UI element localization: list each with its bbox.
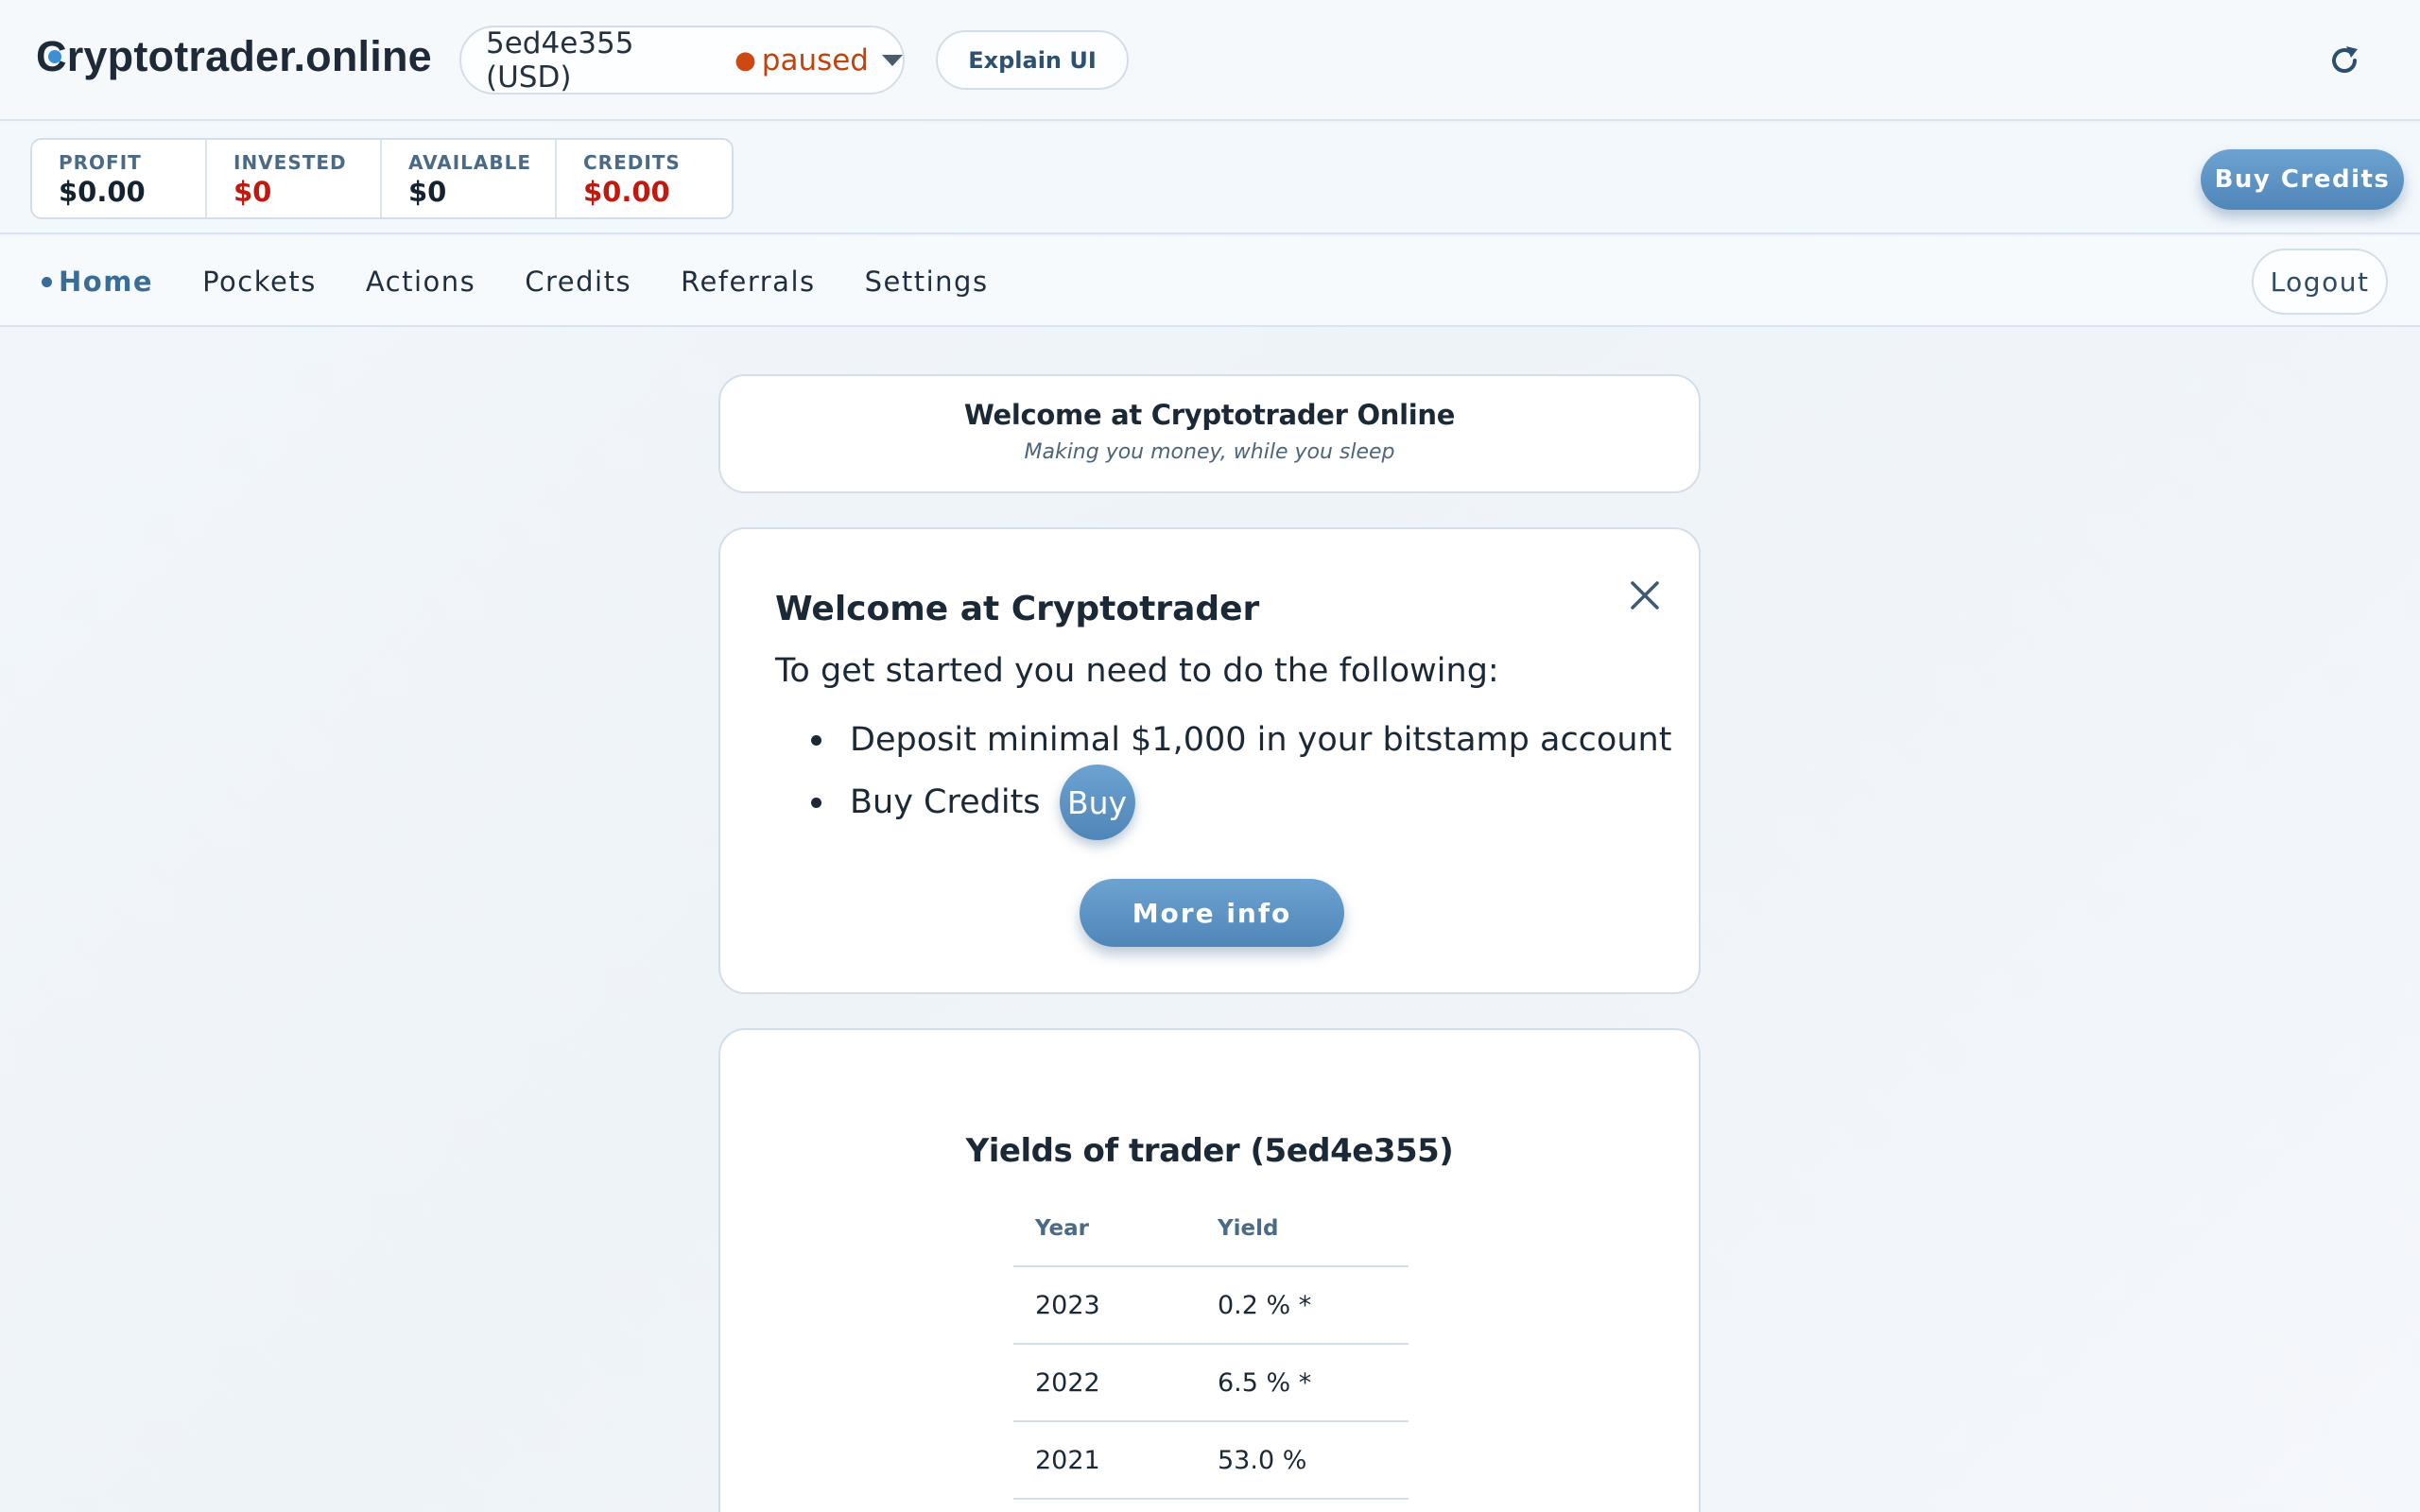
status-dot-icon: ● <box>735 45 756 75</box>
yields-card: Yields of trader (5ed4e355) Year Yield 2… <box>718 1028 1701 1512</box>
refresh-button[interactable] <box>2324 40 2365 81</box>
stat-value: $0 <box>408 176 447 208</box>
main-nav: Home Pockets Actions Credits Referrals Settin… <box>0 236 2420 327</box>
stats-bar: PROFIT $0.00 INVESTED $0 AVAILABLE $0 CREDITS $… <box>0 123 2420 234</box>
table-header-row: Year Yield <box>1013 1191 1409 1267</box>
yield-cell: 0.2 % * <box>1196 1266 1409 1345</box>
bullet-icon <box>811 797 821 808</box>
nav-items: Home Pockets Actions Credits Referrals Settin… <box>42 236 1038 327</box>
nav-item-actions[interactable]: Actions <box>366 266 475 298</box>
top-header: Cryptotrader.online 5ed4e355 (USD) ● pau… <box>0 0 2420 121</box>
nav-item-credits[interactable]: Credits <box>525 266 631 298</box>
stat-label: CREDITS <box>583 151 681 174</box>
yield-cell: 53.0 % <box>1196 1421 1409 1500</box>
close-button[interactable] <box>1624 575 1666 616</box>
stat-available: AVAILABLE $0 <box>382 140 557 217</box>
trader-status: paused <box>761 43 869 77</box>
nav-item-pockets[interactable]: Pockets <box>202 266 317 298</box>
bullet-icon <box>811 734 821 746</box>
stat-credits: CREDITS $0.00 <box>557 140 732 217</box>
table-row: 2021 53.0 % <box>1013 1421 1409 1500</box>
chevron-down-icon <box>882 54 903 66</box>
more-info-button[interactable]: More info <box>1080 879 1344 947</box>
nav-item-referrals[interactable]: Referrals <box>681 266 816 298</box>
logo-rest-text: ryptotrader.online <box>66 32 432 80</box>
explain-ui-button[interactable]: Explain UI <box>936 30 1129 90</box>
table-row: 2023 0.2 % * <box>1013 1266 1409 1345</box>
getting-started-title: Welcome at Cryptotrader <box>775 590 1260 628</box>
refresh-icon <box>2332 46 2358 73</box>
stat-value: $0.00 <box>583 176 670 208</box>
nav-item-home[interactable]: Home <box>42 266 153 298</box>
stat-invested: INVESTED $0 <box>207 140 382 217</box>
buy-button[interactable]: Buy <box>1059 765 1135 840</box>
list-item: Buy Credits Buy <box>811 765 1671 840</box>
app-logo[interactable]: Cryptotrader.online <box>36 32 432 81</box>
logout-button[interactable]: Logout <box>2252 249 2388 315</box>
getting-started-intro: To get started you need to do the follow… <box>775 652 1499 690</box>
account-stats: PROFIT $0.00 INVESTED $0 AVAILABLE $0 CREDITS $… <box>30 138 734 219</box>
stat-label: INVESTED <box>233 151 347 174</box>
close-icon <box>1631 581 1659 610</box>
column-header-yield: Yield <box>1196 1191 1409 1267</box>
buy-credits-button[interactable]: Buy Credits <box>2201 149 2404 210</box>
table-row: 2022 6.5 % * <box>1013 1344 1409 1422</box>
trader-id-label: 5ed4e355 (USD) <box>486 26 634 94</box>
yields-title: Yields of trader (5ed4e355) <box>965 1132 1454 1170</box>
stat-profit: PROFIT $0.00 <box>32 140 207 217</box>
nav-item-label: Referrals <box>681 266 816 298</box>
nav-item-label: Credits <box>525 266 632 298</box>
stat-label: AVAILABLE <box>408 151 532 174</box>
yields-table: Year Yield 2023 0.2 % * 2022 6.5 % * 2021 53.… <box>1013 1191 1409 1500</box>
step-deposit: Deposit minimal $1,000 in your bitstamp … <box>850 721 1672 759</box>
stat-value: $0 <box>233 176 272 208</box>
nav-item-label: Actions <box>365 266 476 298</box>
yield-cell: 6.5 % * <box>1196 1344 1409 1422</box>
welcome-card: Welcome at Cryptotrader Online Making yo… <box>718 374 1701 493</box>
logo-text: Cryptotrader.online <box>36 32 432 80</box>
welcome-title: Welcome at Cryptotrader Online <box>963 399 1456 431</box>
stat-value: $0.00 <box>59 176 146 208</box>
logo-mark: C <box>36 32 67 81</box>
stat-label: PROFIT <box>59 151 142 174</box>
steps-list: Deposit minimal $1,000 in your bitstamp … <box>811 709 1671 840</box>
list-item: Deposit minimal $1,000 in your bitstamp … <box>811 709 1671 771</box>
logo-dot-icon <box>48 50 61 63</box>
getting-started-card: Welcome at Cryptotrader To get started y… <box>718 527 1701 994</box>
year-cell: 2021 <box>1013 1421 1196 1500</box>
welcome-subtitle: Making you money, while you sleep <box>1024 440 1395 464</box>
active-dot-icon <box>42 276 52 287</box>
nav-item-label: Home <box>59 266 154 298</box>
year-cell: 2023 <box>1013 1266 1196 1345</box>
nav-item-label: Pockets <box>202 266 317 298</box>
column-header-year: Year <box>1013 1191 1196 1267</box>
nav-item-label: Settings <box>864 266 989 298</box>
year-cell: 2022 <box>1013 1344 1196 1422</box>
nav-item-settings[interactable]: Settings <box>865 266 989 298</box>
step-buy-credits: Buy Credits <box>850 783 1041 821</box>
trader-select[interactable]: 5ed4e355 (USD) ● paused <box>459 26 905 94</box>
